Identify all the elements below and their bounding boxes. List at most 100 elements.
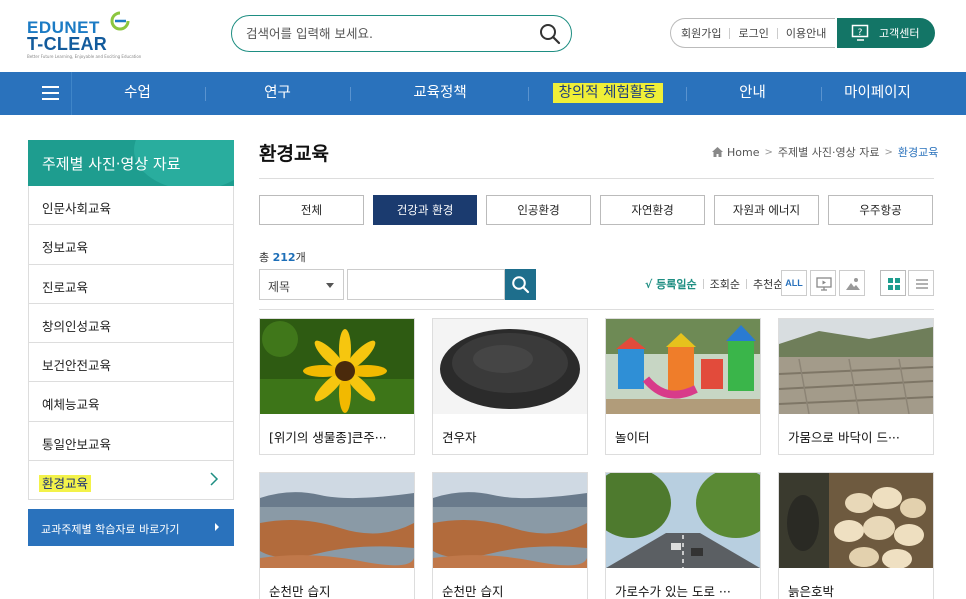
sidebar-item-environment[interactable]: 환경교육 [29,461,233,501]
thumbnail-yellow-flower [260,319,414,414]
media-card[interactable]: 가뭄으로 바닥이 드··· [778,318,934,455]
total-count: 총 212개 [259,249,306,265]
search-box [231,15,572,52]
arrow-right-icon [215,523,219,531]
card-caption: 늙은호박 [788,584,835,599]
sidebar-title-text: 주제별 사진·영상 자료 [42,155,181,173]
media-card[interactable]: 놀이터 [605,318,761,455]
sidebar-item-health[interactable]: 보건안전교육 [29,343,233,383]
media-card[interactable]: 늙은호박 [778,472,934,599]
sidebar-item-info[interactable]: 정보교육 [29,225,233,265]
card-caption: [위기의 생물종]큰주··· [269,430,387,445]
nav-item-research[interactable]: 연구 [240,72,315,115]
sidebar-title: 주제별 사진·영상 자료 [28,140,234,186]
nav-item-policy[interactable]: 교육정책 [395,72,485,115]
utility-links: 회원가입 로그인 이용안내 [670,18,835,48]
tab-health-environment[interactable]: 건강과 환경 [373,195,477,225]
thumbnail-playground [606,319,760,414]
divider [729,27,731,39]
divider [259,309,934,310]
nav-item-class[interactable]: 수업 [100,72,175,115]
sidebar-item-career[interactable]: 진로교육 [29,265,233,304]
customer-center-button[interactable]: ? 고객센터 [837,18,935,48]
list-view-button[interactable] [908,270,934,296]
logo-swirl-icon [110,11,130,31]
total-number: 212 [272,251,296,264]
guide-link[interactable]: 이용안내 [786,25,826,41]
media-card[interactable]: [위기의 생물종]큰주··· [259,318,415,455]
breadcrumb-home[interactable]: Home [727,146,759,159]
tab-aerospace[interactable]: 우주항공 [828,195,933,225]
site-header: EDUNET T-CLEAR Better Future Learning, E… [0,0,966,72]
keyword-input[interactable] [348,270,504,299]
search-field-select[interactable]: 제목 [259,269,344,300]
breadcrumb-category[interactable]: 주제별 사진·영상 자료 [778,144,880,160]
filter-photo-button[interactable] [839,270,865,296]
breadcrumb-current[interactable]: 환경교육 [898,144,938,160]
login-link[interactable]: 로그인 [738,25,768,41]
thumbnail-tree-road [606,473,760,568]
sidebar-item-environment-label: 환경교육 [39,475,92,493]
search-input[interactable] [246,23,526,43]
main-nav: 수업 연구 교육정책 창의적 체험활동 안내 마이페이지 [0,72,966,115]
thumbnail-black-seeds [433,319,587,414]
sort-date[interactable]: √ 등록일순 [645,276,697,292]
thumbnail-dry-riverbed [779,319,933,414]
photo-icon [846,278,860,290]
home-icon [712,147,723,157]
filter-video-button[interactable] [810,270,836,296]
edunet-logo[interactable]: EDUNET T-CLEAR Better Future Learning, E… [27,10,141,59]
sidebar-list: 인문사회교육 정보교육 진로교육 창의인성교육 보건안전교육 예체능교육 통일안… [28,186,234,501]
customer-center-label: 고객센터 [879,27,920,40]
card-caption: 가로수가 있는 도로 ··· [615,584,731,599]
media-card[interactable]: 순천만 습지 [259,472,415,599]
search-icon[interactable] [538,22,562,46]
search-icon [512,276,530,294]
divider [259,178,934,179]
divider [776,27,778,39]
select-label: 제목 [268,280,291,294]
nav-item-creative[interactable]: 창의적 체험활동 [545,72,670,115]
card-caption: 순천만 습지 [442,584,504,599]
subject-materials-link[interactable]: 교과주제별 학습자료 바로가기 [28,509,234,546]
sort-recommend[interactable]: 추천순 [753,276,783,292]
keyword-search-button[interactable] [505,269,536,300]
logo-line2: T-CLEAR [27,34,108,54]
hamburger-menu-icon[interactable] [28,72,72,115]
thumbnail-pumpkins [779,473,933,568]
help-monitor-icon: ? [851,24,869,41]
media-card[interactable]: 순천만 습지 [432,472,588,599]
keyword-input-box [347,269,505,300]
tab-all[interactable]: 전체 [259,195,364,225]
join-link[interactable]: 회원가입 [681,25,721,41]
card-caption: 가뭄으로 바닥이 드··· [788,430,900,445]
breadcrumb: Home > 주제별 사진·영상 자료 > 환경교육 [712,144,938,160]
total-suffix: 개 [295,251,306,264]
card-caption: 견우자 [442,430,477,445]
filter-all-button[interactable]: ALL [781,270,807,296]
chevron-right-icon [210,472,219,486]
page-title: 환경교육 [259,143,329,165]
media-card[interactable]: 가로수가 있는 도로 ··· [605,472,761,599]
total-prefix: 총 [259,251,270,264]
sidebar-item-arts[interactable]: 예체능교육 [29,382,233,422]
grid-icon [888,278,900,290]
nav-item-info[interactable]: 안내 [715,72,790,115]
sidebar-item-unification[interactable]: 통일안보교육 [29,422,233,462]
tab-artificial[interactable]: 인공환경 [486,195,591,225]
grid-view-button[interactable] [880,270,906,296]
tab-natural[interactable]: 자연환경 [600,195,705,225]
category-tabs: 전체 건강과 환경 인공환경 자연환경 자원과 에너지 우주항공 [259,195,934,225]
sidebar-item-humanities[interactable]: 인문사회교육 [29,186,233,226]
sort-options: √ 등록일순 조회순 추천순 [645,276,783,292]
logo-tagline: Better Future Learning, Enjoyable and Ex… [27,54,142,59]
nav-item-mypage[interactable]: 마이페이지 [830,72,925,115]
tab-resources[interactable]: 자원과 에너지 [714,195,819,225]
thumbnail-wetland [433,473,587,568]
svg-text:?: ? [858,28,863,38]
media-card[interactable]: 견우자 [432,318,588,455]
sidebar-item-character[interactable]: 창의인성교육 [29,304,233,344]
monitor-icon [816,277,832,291]
sort-views[interactable]: 조회순 [710,276,740,292]
card-caption: 놀이터 [615,430,650,445]
